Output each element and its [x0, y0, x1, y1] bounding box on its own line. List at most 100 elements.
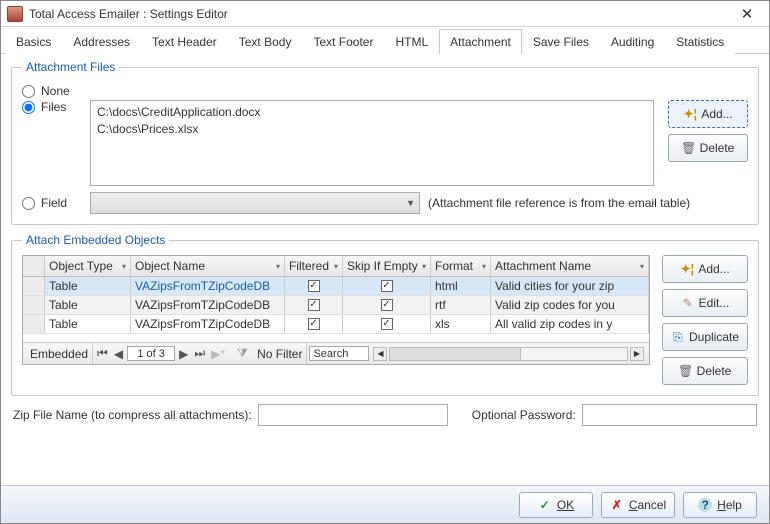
radio-none-label: None — [41, 84, 70, 98]
col-format[interactable]: Format▾ — [431, 256, 491, 276]
tab-auditing[interactable]: Auditing — [600, 29, 665, 54]
tab-text-footer[interactable]: Text Footer — [302, 29, 384, 54]
nav-new-icon: ▶* — [209, 347, 227, 361]
cell-skip[interactable]: ✓ — [343, 296, 431, 314]
cell-skip[interactable]: ✓ — [343, 277, 431, 295]
nav-last-icon[interactable]: ⏭ — [192, 346, 207, 361]
chevron-down-icon: ▾ — [482, 262, 486, 271]
files-list[interactable]: C:\docs\CreditApplication.docx C:\docs\P… — [90, 100, 654, 186]
attachment-files-group: Attachment Files None Files C:\docs\Cred… — [11, 60, 759, 225]
check-icon: ✓ — [538, 498, 552, 512]
dialog-footer: ✓ OK ✗Cancel ? Help — [1, 485, 769, 523]
chevron-down-icon: ▼ — [406, 198, 415, 208]
cell-format: html — [431, 277, 491, 295]
zip-filename-label: Zip File Name (to compress all attachmen… — [13, 408, 252, 422]
tab-statistics[interactable]: Statistics — [665, 29, 735, 54]
radio-field-label: Field — [41, 196, 67, 210]
zip-password-input[interactable] — [582, 404, 757, 426]
tab-save-files[interactable]: Save Files — [522, 29, 600, 54]
col-filtered[interactable]: Filtered▾ — [285, 256, 343, 276]
cell-skip[interactable]: ✓ — [343, 315, 431, 333]
edit-embedded-button[interactable]: ✎Edit... — [662, 289, 748, 317]
tab-basics[interactable]: Basics — [5, 29, 62, 54]
col-attachment-name[interactable]: Attachment Name▾ — [491, 256, 649, 276]
titlebar: Total Access Emailer : Settings Editor ✕ — [1, 1, 769, 27]
cell-object-name: VAZipsFromTZipCodeDB — [131, 277, 285, 295]
radio-field[interactable]: Field — [22, 196, 82, 210]
cancel-button[interactable]: ✗Cancel — [601, 492, 675, 518]
add-embedded-label: Add... — [698, 262, 729, 276]
col-object-type[interactable]: Object Type▾ — [45, 256, 131, 276]
cell-object-type: Table — [45, 315, 131, 333]
table-row[interactable]: Table VAZipsFromTZipCodeDB ✓ ✓ rtf Valid… — [23, 296, 649, 315]
funnel-icon: ⧩ — [237, 346, 248, 361]
attachment-files-legend: Attachment Files — [22, 60, 119, 74]
nav-next-icon[interactable]: ▶ — [177, 347, 190, 361]
zip-password-label: Optional Password: — [472, 408, 576, 422]
delete-embedded-label: Delete — [697, 364, 732, 378]
row-marker[interactable] — [23, 277, 45, 295]
delete-embedded-button[interactable]: 🗑Delete — [662, 357, 748, 385]
tab-text-header[interactable]: Text Header — [141, 29, 228, 54]
scroll-left-icon[interactable]: ◀ — [373, 347, 387, 361]
nav-position[interactable] — [127, 346, 175, 361]
ok-label: OK — [557, 498, 574, 512]
help-label: Help — [717, 498, 742, 512]
embedded-objects-legend: Attach Embedded Objects — [22, 233, 169, 247]
col-skip-if-empty[interactable]: Skip If Empty▾ — [343, 256, 431, 276]
help-button[interactable]: ? Help — [683, 492, 757, 518]
table-row[interactable]: Table VAZipsFromTZipCodeDB ✓ ✓ xls All v… — [23, 315, 649, 334]
cell-attachment-name: Valid cities for your zip — [491, 277, 649, 295]
tab-attachment[interactable]: Attachment — [439, 29, 522, 54]
help-icon: ? — [698, 498, 712, 512]
no-filter-label[interactable]: No Filter — [257, 347, 302, 361]
duplicate-embedded-button[interactable]: ⎘ Duplicate — [662, 323, 748, 351]
cell-filtered[interactable]: ✓ — [285, 296, 343, 314]
cancel-label: Cancel — [629, 498, 666, 512]
nav-label: Embedded — [26, 343, 93, 364]
row-marker[interactable] — [23, 296, 45, 314]
cell-filtered[interactable]: ✓ — [285, 277, 343, 295]
table-row[interactable]: Table VAZipsFromTZipCodeDB ✓ ✓ html Vali… — [23, 277, 649, 296]
embedded-grid[interactable]: Object Type▾ Object Name▾ Filtered▾ Skip… — [22, 255, 650, 365]
cell-filtered[interactable]: ✓ — [285, 315, 343, 333]
chevron-down-icon: ▾ — [276, 262, 280, 271]
field-combo[interactable]: ▼ — [90, 192, 420, 214]
record-navigator: Embedded ⏮ ◀ ▶ ⏭ ▶* ⧩ No Filter ◀ ▶ — [23, 342, 649, 364]
tab-html[interactable]: HTML — [384, 29, 439, 54]
tab-addresses[interactable]: Addresses — [62, 29, 141, 54]
trash-icon: 🗑 — [682, 141, 696, 155]
scrollbar-track[interactable] — [389, 347, 628, 361]
zip-filename-input[interactable] — [258, 404, 448, 426]
search-input[interactable] — [309, 346, 369, 361]
chevron-down-icon: ▾ — [334, 262, 338, 271]
chevron-down-icon: ▾ — [640, 262, 644, 271]
window-title: Total Access Emailer : Settings Editor — [29, 7, 731, 21]
row-marker-header[interactable] — [23, 256, 45, 276]
ok-button[interactable]: ✓ OK — [519, 492, 593, 518]
scroll-right-icon[interactable]: ▶ — [630, 347, 644, 361]
radio-files[interactable]: Files — [22, 100, 82, 114]
row-marker[interactable] — [23, 315, 45, 333]
delete-file-button[interactable]: 🗑 Delete — [668, 134, 748, 162]
cell-object-name: VAZipsFromTZipCodeDB — [131, 315, 285, 333]
field-hint: (Attachment file reference is from the e… — [428, 196, 690, 210]
radio-none[interactable]: None — [22, 84, 82, 98]
nav-first-icon[interactable]: ⏮ — [95, 346, 110, 361]
file-line: C:\docs\CreditApplication.docx — [97, 104, 647, 121]
duplicate-icon: ⎘ — [671, 330, 685, 344]
close-icon[interactable]: ✕ — [731, 5, 763, 23]
delete-file-label: Delete — [700, 141, 735, 155]
cell-format: xls — [431, 315, 491, 333]
add-file-button[interactable]: ✦¦Add... — [668, 100, 748, 128]
duplicate-embedded-label: Duplicate — [689, 330, 739, 344]
add-embedded-button[interactable]: ✦¦Add... — [662, 255, 748, 283]
file-line: C:\docs\Prices.xlsx — [97, 121, 647, 138]
nav-prev-icon[interactable]: ◀ — [112, 347, 125, 361]
col-object-name[interactable]: Object Name▾ — [131, 256, 285, 276]
scrollbar-thumb[interactable] — [390, 348, 520, 360]
chevron-down-icon: ▾ — [122, 262, 126, 271]
cell-object-name: VAZipsFromTZipCodeDB — [131, 296, 285, 314]
tab-text-body[interactable]: Text Body — [228, 29, 303, 54]
radio-files-label: Files — [41, 100, 66, 114]
